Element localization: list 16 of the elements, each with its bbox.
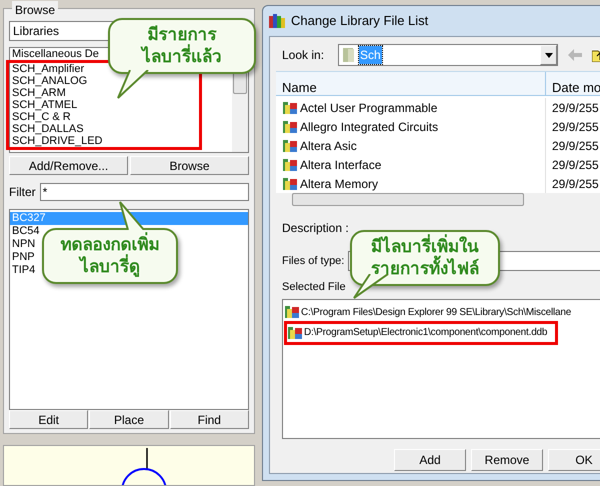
callout-text: มีรายการ	[148, 24, 216, 45]
file-date: 29/9/255	[551, 100, 599, 116]
callout-text: ไลบารี่ดู	[56, 256, 164, 278]
description-label: Description :	[282, 220, 350, 237]
selected-files-label: Selected File	[282, 280, 346, 295]
file-date: 29/9/255	[551, 118, 599, 136]
file-date: 29/9/255	[551, 176, 599, 192]
callout-text: ไลบารี่แล้ว	[122, 46, 242, 68]
file-date: 29/9/255	[551, 156, 599, 174]
files-of-type-label: Files of type:	[282, 254, 344, 269]
look-in-label: Look in:	[282, 47, 326, 64]
filter-label: Filter	[9, 184, 36, 201]
callout-text: รายการทั้งไฟล์	[364, 258, 486, 280]
window-title: Change Library File List	[291, 12, 428, 30]
file-date: 29/9/255	[551, 138, 599, 154]
look-in-value: Sch	[359, 46, 382, 64]
